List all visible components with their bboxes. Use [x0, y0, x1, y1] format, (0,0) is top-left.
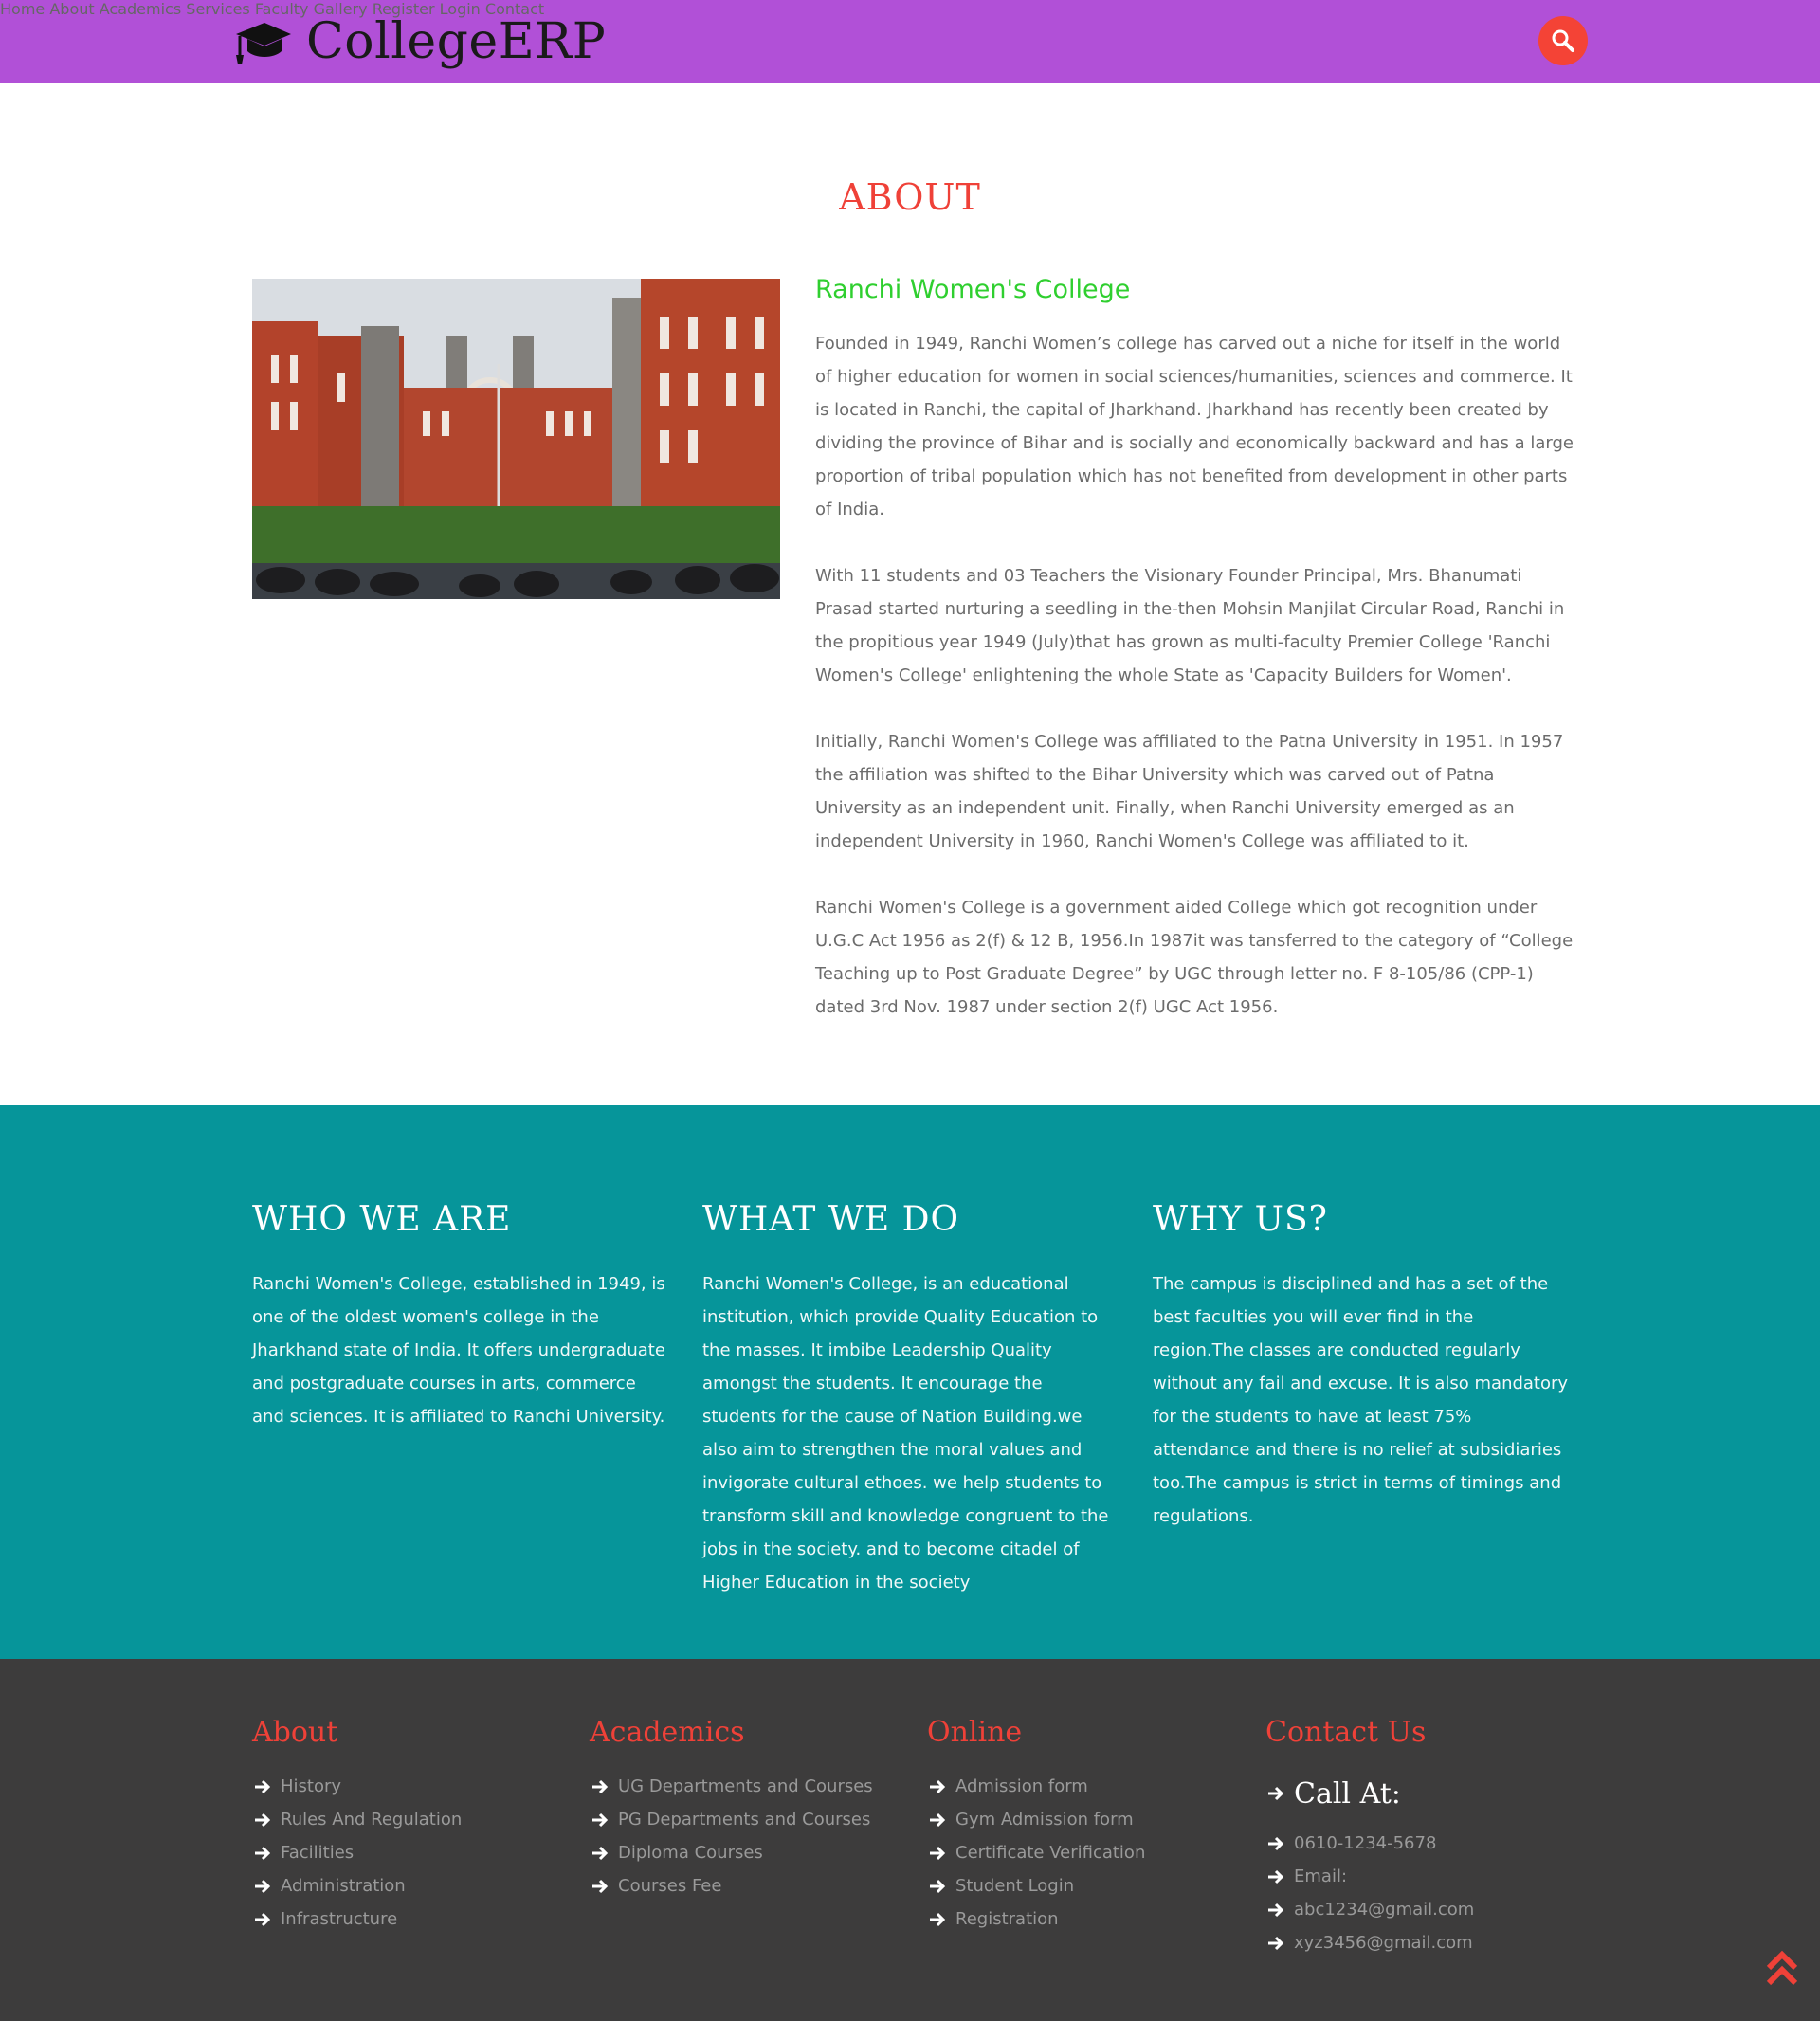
arrow-right-icon [592, 1879, 609, 1893]
footer-link-label: Certificate Verification [956, 1843, 1146, 1863]
footer-online-column: Online Admission form Gym Admission form… [927, 1716, 1249, 1936]
arrow-right-icon [592, 1779, 609, 1793]
footer-contact-column: Contact Us Call At: 0610-1234-5678 Email… [1265, 1716, 1588, 1959]
nav-academics[interactable]: Academics [100, 0, 181, 18]
contact-value: xyz3456@gmail.com [1294, 1933, 1473, 1953]
what-we-do-text: Ranchi Women's College, is an educationa… [702, 1274, 1109, 1593]
contact-email-label: Email: [1265, 1860, 1588, 1893]
arrow-right-icon [930, 1912, 946, 1926]
why-us-text: The campus is disciplined and has a set … [1153, 1274, 1569, 1526]
footer-link-label: Courses Fee [618, 1876, 722, 1896]
footer-link-gym[interactable]: Gym Admission form [927, 1803, 1249, 1836]
footer-link-label: History [281, 1776, 342, 1796]
arrow-right-icon [255, 1779, 271, 1793]
footer-link-label: Student Login [956, 1876, 1075, 1896]
footer-link-label: Rules And Regulation [281, 1810, 463, 1830]
arrow-right-icon [930, 1879, 946, 1893]
footer-link-ug[interactable]: UG Departments and Courses [590, 1770, 912, 1803]
top-navbar: CollegeERP Home About Academics Services… [0, 0, 1820, 83]
who-we-are-text: Ranchi Women's College, established in 1… [252, 1274, 665, 1427]
contact-value: 0610-1234-5678 [1294, 1833, 1437, 1853]
footer-link-infrastructure[interactable]: Infrastructure [252, 1903, 574, 1936]
call-at-label: Call At: [1265, 1770, 1588, 1817]
arrow-right-icon [930, 1846, 946, 1860]
arrow-right-icon [255, 1912, 271, 1926]
arrow-right-icon [1268, 1786, 1284, 1801]
footer-link-label: Facilities [281, 1843, 355, 1863]
arrow-right-icon [592, 1812, 609, 1827]
search-icon [1552, 29, 1574, 52]
college-building-photo [252, 279, 780, 599]
footer-link-fee[interactable]: Courses Fee [590, 1869, 912, 1903]
footer-about-heading: About [252, 1716, 338, 1749]
contact-email-1[interactable]: abc1234@gmail.com [1265, 1893, 1588, 1926]
about-body: Founded in 1949, Ranchi Women’s college … [815, 327, 1574, 1057]
footer-contact-heading: Contact Us [1265, 1716, 1427, 1749]
footer-link-label: Admission form [956, 1776, 1088, 1796]
footer-academics-heading: Academics [590, 1716, 745, 1749]
footer-link-administration[interactable]: Administration [252, 1869, 574, 1903]
footer-link-history[interactable]: History [252, 1770, 574, 1803]
footer-link-label: Administration [281, 1876, 406, 1896]
arrow-right-icon [255, 1812, 271, 1827]
about-paragraph: Ranchi Women's College is a government a… [815, 898, 1574, 1017]
footer-link-label: Gym Admission form [956, 1810, 1134, 1830]
arrow-right-icon [1268, 1836, 1284, 1850]
footer-link-facilities[interactable]: Facilities [252, 1836, 574, 1869]
contact-value: abc1234@gmail.com [1294, 1900, 1475, 1920]
footer-link-label: Diploma Courses [618, 1843, 763, 1863]
why-us-heading: WHY US? [1153, 1200, 1328, 1239]
brand-name: CollegeERP [306, 13, 607, 70]
footer-link-rules[interactable]: Rules And Regulation [252, 1803, 574, 1836]
arrow-right-icon [592, 1846, 609, 1860]
contact-phone[interactable]: 0610-1234-5678 [1265, 1827, 1588, 1860]
brand-logo[interactable]: CollegeERP [232, 9, 606, 74]
contact-value: Email: [1294, 1866, 1348, 1886]
what-we-do-column: WHAT WE DO Ranchi Women's College, is an… [702, 1200, 1119, 1599]
arrow-right-icon [930, 1812, 946, 1827]
footer-link-certificate[interactable]: Certificate Verification [927, 1836, 1249, 1869]
footer-link-label: UG Departments and Courses [618, 1776, 873, 1796]
graduation-cap-icon [236, 23, 291, 64]
footer: About History Rules And Regulation Facil… [0, 1659, 1820, 2021]
about-paragraph: Founded in 1949, Ranchi Women’s college … [815, 334, 1574, 519]
what-we-do-heading: WHAT WE DO [702, 1200, 959, 1239]
who-we-are-heading: WHO WE ARE [252, 1200, 512, 1239]
footer-academics-column: Academics UG Departments and Courses PG … [590, 1716, 912, 1903]
footer-link-diploma[interactable]: Diploma Courses [590, 1836, 912, 1869]
arrow-right-icon [1268, 1869, 1284, 1884]
double-chevron-up-icon[interactable] [1765, 1949, 1799, 1989]
footer-link-pg[interactable]: PG Departments and Courses [590, 1803, 912, 1836]
footer-link-label: Registration [956, 1909, 1059, 1929]
who-we-are-column: WHO WE ARE Ranchi Women's College, estab… [252, 1200, 669, 1433]
contact-email-2[interactable]: xyz3456@gmail.com [1265, 1926, 1588, 1959]
about-subtitle: Ranchi Women's College [815, 275, 1131, 304]
arrow-right-icon [255, 1846, 271, 1860]
footer-link-registration[interactable]: Registration [927, 1903, 1249, 1936]
footer-link-label: PG Departments and Courses [618, 1810, 871, 1830]
about-heading: ABOUT [839, 176, 981, 218]
footer-link-label: Infrastructure [281, 1909, 398, 1929]
nav-about[interactable]: About [49, 0, 94, 18]
arrow-right-icon [255, 1879, 271, 1893]
footer-link-student-login[interactable]: Student Login [927, 1869, 1249, 1903]
arrow-right-icon [930, 1779, 946, 1793]
why-us-column: WHY US? The campus is disciplined and ha… [1153, 1200, 1570, 1533]
call-at-text: Call At: [1294, 1776, 1401, 1811]
info-section: WHO WE ARE Ranchi Women's College, estab… [0, 1105, 1820, 1659]
nav-home[interactable]: Home [0, 0, 45, 18]
footer-online-heading: Online [927, 1716, 1023, 1749]
arrow-right-icon [1268, 1903, 1284, 1917]
footer-link-admission[interactable]: Admission form [927, 1770, 1249, 1803]
search-button[interactable] [1538, 16, 1588, 65]
about-paragraph: With 11 students and 03 Teachers the Vis… [815, 566, 1565, 685]
footer-about-column: About History Rules And Regulation Facil… [252, 1716, 574, 1936]
about-paragraph: Initially, Ranchi Women's College was af… [815, 732, 1564, 851]
arrow-right-icon [1268, 1936, 1284, 1950]
